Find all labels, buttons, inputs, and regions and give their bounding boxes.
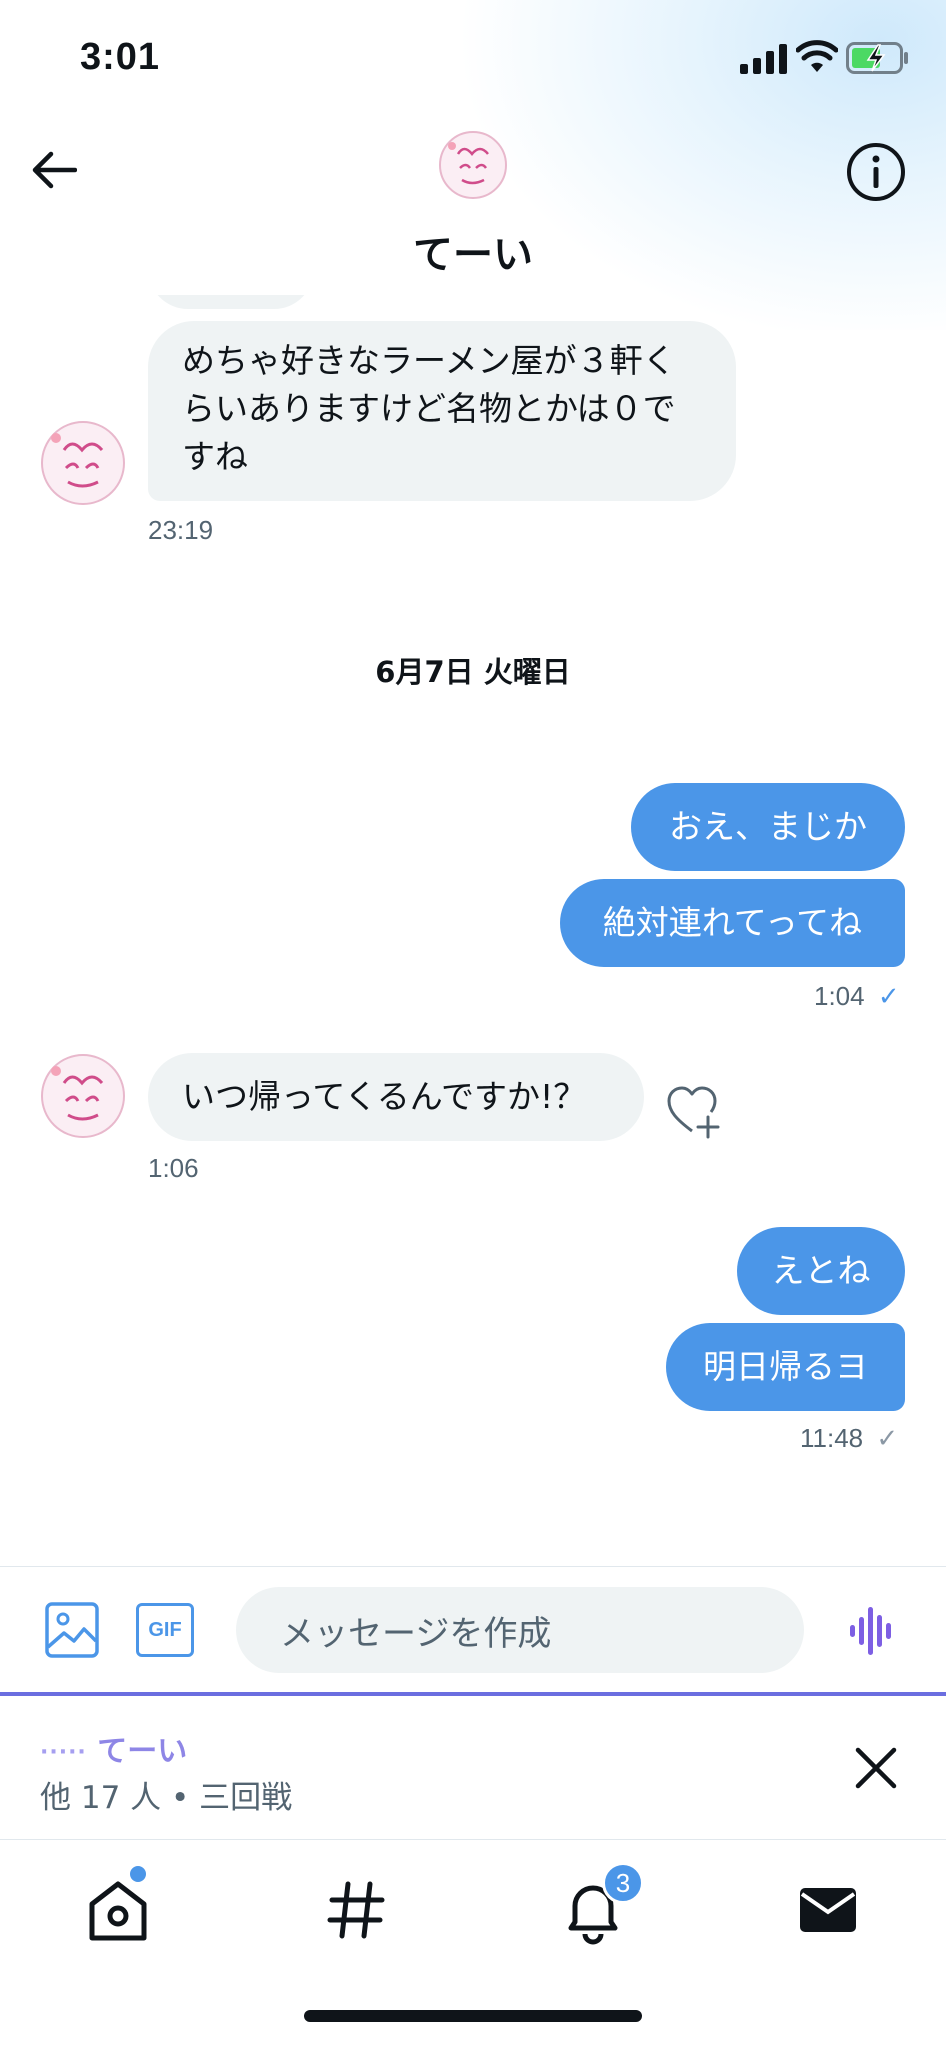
home-icon[interactable] bbox=[78, 1870, 158, 1950]
voice-icon[interactable] bbox=[848, 1603, 898, 1659]
tab-bar: 3 bbox=[0, 1840, 946, 2048]
space-host-name: てーい bbox=[97, 1734, 188, 1769]
heart-plus-icon[interactable] bbox=[666, 1085, 722, 1139]
space-host: ····· てーい bbox=[40, 1726, 187, 1770]
info-icon[interactable] bbox=[844, 140, 908, 204]
image-icon[interactable] bbox=[44, 1601, 100, 1659]
avatar[interactable] bbox=[40, 420, 126, 506]
sent-check-icon: ✓ bbox=[876, 1423, 899, 1453]
message-list[interactable]: めちゃ好きなラーメン屋が３軒く らいありますけど名物とかは０で すね 23:19… bbox=[0, 295, 946, 1565]
message-timestamp: 23:19 bbox=[148, 515, 214, 545]
message-bubble[interactable]: えとね bbox=[737, 1227, 905, 1315]
live-space-bar[interactable]: ····· てーい 他 17 人 • 三回戦 bbox=[0, 1692, 946, 1840]
read-check-icon: ✓ bbox=[877, 981, 900, 1011]
unread-dot bbox=[130, 1866, 146, 1882]
message-timestamp: 1:04 ✓ bbox=[814, 981, 900, 1012]
wifi-icon bbox=[796, 40, 838, 72]
space-subtitle: 他 17 人 • 三回戦 bbox=[40, 1780, 293, 1816]
battery-charging-icon bbox=[846, 42, 908, 74]
message-bubble[interactable]: 絶対連れてってね bbox=[560, 879, 905, 967]
timestamp-text: 11:48 bbox=[800, 1423, 864, 1453]
message-input[interactable]: メッセージを作成 bbox=[236, 1587, 804, 1673]
message-timestamp: 11:48 ✓ bbox=[800, 1423, 898, 1454]
status-bar: 3:01 bbox=[0, 0, 946, 120]
message-bubble[interactable]: おえ、まじか bbox=[631, 783, 905, 871]
date-separator: 6月7日 火曜日 bbox=[375, 655, 571, 689]
message-bubble[interactable]: めちゃ好きなラーメン屋が３軒く らいありますけど名物とかは０で すね bbox=[148, 321, 736, 501]
status-time: 3:01 bbox=[80, 36, 161, 78]
close-icon[interactable] bbox=[848, 1740, 904, 1796]
back-arrow-icon bbox=[32, 151, 77, 189]
notification-count-badge: 3 bbox=[602, 1862, 644, 1904]
home-indicator bbox=[304, 2010, 642, 2022]
message-bubble[interactable]: いつ帰ってくるんですか!？ bbox=[148, 1053, 644, 1141]
cellular-signal-icon bbox=[740, 44, 787, 74]
hashtag-icon[interactable] bbox=[316, 1870, 396, 1950]
conversation-title[interactable]: てーい bbox=[0, 222, 946, 280]
conversation-header: てーい bbox=[0, 120, 946, 300]
back-button[interactable] bbox=[24, 140, 84, 200]
message-bubble-fragment bbox=[148, 295, 314, 309]
mail-icon[interactable] bbox=[788, 1870, 868, 1950]
avatar[interactable] bbox=[438, 130, 508, 200]
space-activity-dots: ····· bbox=[40, 1740, 87, 1765]
gif-button[interactable]: GIF bbox=[136, 1603, 194, 1657]
message-composer: GIF メッセージを作成 bbox=[0, 1566, 946, 1694]
timestamp-text: 1:04 bbox=[814, 981, 865, 1011]
avatar[interactable] bbox=[40, 1053, 126, 1139]
message-timestamp: 1:06 bbox=[148, 1153, 199, 1183]
message-bubble[interactable]: 明日帰るヨ bbox=[666, 1323, 905, 1411]
